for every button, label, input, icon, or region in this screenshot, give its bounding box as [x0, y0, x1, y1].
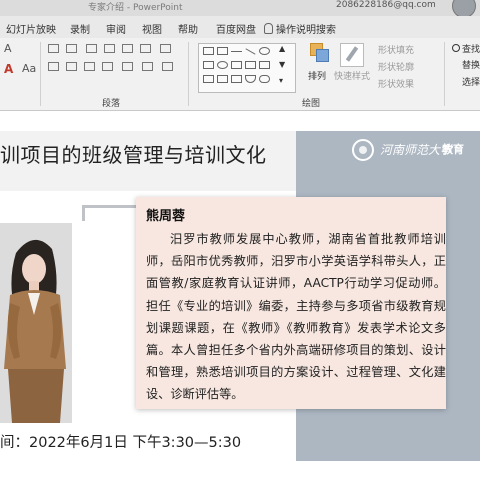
tab-help[interactable]: 帮助 [178, 21, 198, 36]
logo-suffix: 教育 [442, 143, 464, 156]
group-label-drawing: 绘图 [302, 99, 321, 109]
line-spacing-icon[interactable] [122, 44, 133, 53]
align-center-icon[interactable] [66, 62, 77, 71]
tab-review[interactable]: 审阅 [106, 21, 126, 36]
portrait-image [0, 223, 72, 423]
distributed-icon[interactable] [122, 62, 133, 71]
shape-icon[interactable] [245, 75, 256, 83]
line-shape-icon[interactable] [231, 51, 242, 52]
ribbon-tabs: 幻灯片放映 录制 审阅 视图 帮助 百度网盘 操作说明搜索 [0, 16, 480, 38]
tell-me-search[interactable]: 操作说明搜索 [264, 21, 336, 36]
font-size-decrease-icon[interactable]: A [4, 42, 12, 55]
tab-view[interactable]: 视图 [142, 21, 162, 36]
shapes-gallery[interactable]: ▲ ▼ ▾ [198, 43, 296, 93]
separator [444, 42, 445, 106]
rectangle-shape-icon[interactable] [217, 47, 228, 55]
diagonal-line-shape-icon[interactable] [245, 48, 256, 55]
decrease-indent-icon[interactable] [86, 44, 97, 53]
speaker-photo[interactable] [0, 223, 72, 423]
shape-icon[interactable] [231, 61, 242, 69]
shape-icon[interactable] [259, 75, 270, 83]
shape-icon[interactable] [259, 61, 270, 69]
textbox-shape-icon[interactable] [203, 47, 214, 55]
justify-icon[interactable] [102, 62, 113, 71]
decorative-line [82, 205, 136, 208]
speaker-name: 熊周蓉 [146, 209, 186, 224]
arrange-button[interactable]: 排列 [308, 69, 326, 82]
tell-me-label: 操作说明搜索 [276, 25, 336, 36]
shape-icon[interactable] [217, 75, 228, 83]
numbering-icon[interactable] [66, 44, 77, 53]
shape-icon[interactable] [231, 75, 242, 83]
shape-icon[interactable] [203, 61, 214, 69]
ribbon: A A Aa 段落 ▲ ▼ ▾ 排列 快速样式 形状填充 形状轮廓 形状效果 绘… [0, 38, 480, 111]
slide-title[interactable]: 训项目的班级管理与培训文化 [0, 139, 267, 168]
session-time: 间：2022年6月1日 下午3:30—5:30 [0, 435, 242, 451]
align-text-icon[interactable] [142, 62, 153, 71]
gallery-scroll-up-icon[interactable]: ▲ [279, 44, 285, 53]
font-color-icon[interactable]: A [4, 62, 13, 76]
university-logo-icon [352, 139, 374, 161]
powerpoint-window: 专家介绍 - PowerPoint 2086228186@qq.com 幻灯片放… [0, 0, 480, 480]
quick-styles-icon[interactable] [340, 43, 364, 67]
decorative-line [82, 205, 85, 221]
gallery-more-icon[interactable]: ▾ [279, 76, 283, 85]
tab-slideshow[interactable]: 幻灯片放映 [6, 21, 56, 36]
align-right-icon[interactable] [84, 62, 95, 71]
lightbulb-icon [264, 23, 273, 34]
speaker-bio-card[interactable]: 熊周蓉 汨罗市教师发展中心教师，湖南省首批教师培训师，岳阳市优秀教师，汨罗市小学… [136, 197, 446, 409]
title-bar: 专家介绍 - PowerPoint 2086228186@qq.com [0, 0, 480, 18]
shape-icon[interactable] [245, 61, 256, 69]
increase-indent-icon[interactable] [104, 44, 115, 53]
bullets-icon[interactable] [48, 44, 59, 53]
gallery-scroll-down-icon[interactable]: ▼ [279, 60, 285, 69]
columns-icon[interactable] [160, 44, 171, 53]
slide-canvas[interactable]: 训项目的班级管理与培训文化 河南师范大学 教育 熊周蓉 汨罗市教师发展中心教师，… [0, 111, 480, 480]
select-button[interactable]: 选择 [462, 75, 480, 88]
shape-fill-button[interactable]: 形状填充 [378, 43, 414, 56]
text-direction-icon[interactable] [140, 44, 151, 53]
find-button[interactable]: 查找 [462, 42, 480, 55]
tab-record[interactable]: 录制 [70, 21, 90, 36]
account-email[interactable]: 2086228186@qq.com [336, 0, 436, 10]
quick-styles-button[interactable]: 快速样式 [334, 69, 370, 82]
shape-icon[interactable] [203, 75, 214, 83]
tab-baidu-netdisk[interactable]: 百度网盘 [216, 21, 256, 36]
group-label-paragraph: 段落 [102, 99, 121, 109]
separator [40, 42, 41, 106]
separator [188, 42, 189, 106]
replace-button[interactable]: 替换 [462, 58, 480, 71]
circle-shape-icon[interactable] [217, 61, 228, 69]
window-title: 专家介绍 - PowerPoint [88, 3, 183, 13]
shape-outline-button[interactable]: 形状轮廓 [378, 60, 414, 73]
speaker-bio-text: 汨罗市教师发展中心教师，湖南省首批教师培训师，岳阳市优秀教师，汨罗市小学英语学科… [146, 232, 446, 402]
arrange-icon[interactable] [310, 43, 329, 62]
align-left-icon[interactable] [48, 62, 59, 71]
search-icon [452, 44, 460, 52]
shape-effects-button[interactable]: 形状效果 [378, 77, 414, 90]
smartart-icon[interactable] [162, 62, 173, 71]
oval-shape-icon[interactable] [259, 47, 270, 55]
font-size-icon[interactable]: Aa [22, 62, 36, 75]
